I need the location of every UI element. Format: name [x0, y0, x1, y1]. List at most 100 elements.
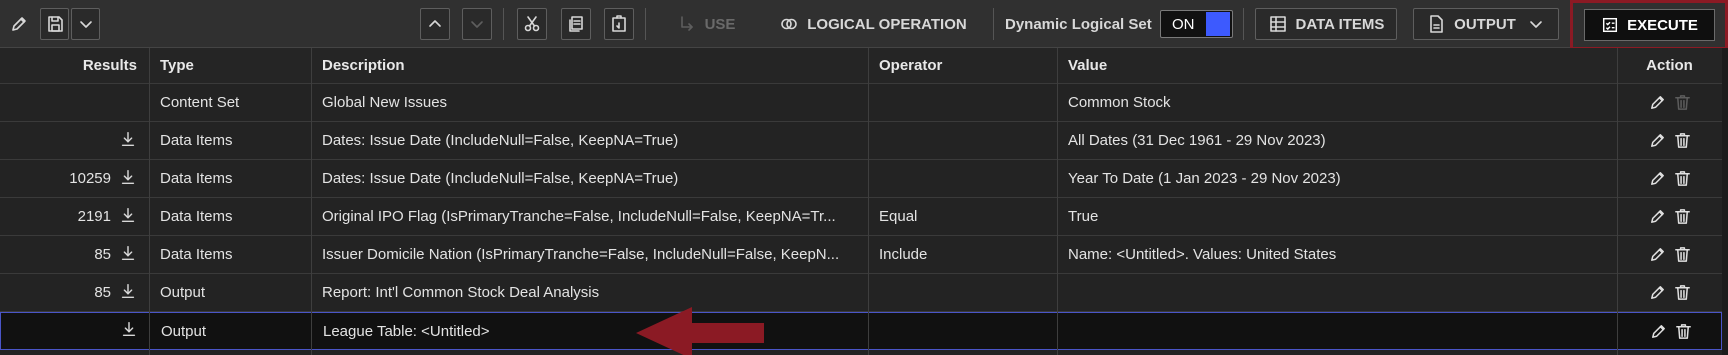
- table-row[interactable]: 2191 Data Items Original IPO Flag (IsPrima…: [0, 198, 1722, 236]
- edit-button[interactable]: [6, 8, 32, 40]
- table-row[interactable]: 10259 Data Items Dates: Issue Date (Includ…: [0, 160, 1722, 198]
- description-cell: Issuer Domicile Nation (IsPrimaryTranche…: [322, 246, 840, 263]
- column-header-value[interactable]: Value: [1057, 48, 1617, 83]
- toolbar: USE LOGICAL OPERATION Dynamic Logical Se…: [0, 0, 1728, 50]
- table-header: Results Type Description Operator Value …: [0, 48, 1722, 84]
- download-icon[interactable]: [111, 130, 137, 152]
- table-row[interactable]: Data Items Dates: Issue Date (IncludeNull…: [0, 122, 1722, 160]
- delete-trash-icon[interactable]: [1673, 245, 1692, 264]
- description-cell: Global New Issues: [322, 94, 448, 111]
- type-cell: Data Items: [160, 170, 233, 187]
- edit-pencil-icon[interactable]: [1648, 245, 1667, 264]
- column-header-operator[interactable]: Operator: [868, 48, 1057, 83]
- table-row[interactable]: 85 Output Report: Int'l Common Stock Deal …: [0, 274, 1722, 312]
- type-cell: Content Set: [160, 94, 240, 111]
- delete-trash-icon[interactable]: [1673, 207, 1692, 226]
- delete-trash-icon: [1674, 95, 1690, 110]
- column-divider: [311, 48, 312, 355]
- edit-pencil-icon[interactable]: [1648, 169, 1667, 188]
- move-down-button[interactable]: [462, 8, 492, 40]
- results-cell: [1, 313, 150, 349]
- vertical-scrollbar[interactable]: [1722, 48, 1728, 355]
- column-header-type[interactable]: Type: [149, 48, 311, 83]
- paste-button[interactable]: [604, 8, 634, 40]
- value-cell: Year To Date (1 Jan 2023 - 29 Nov 2023): [1068, 170, 1341, 187]
- execute-label: EXECUTE: [1627, 16, 1698, 34]
- copy-icon: [569, 16, 583, 32]
- download-icon[interactable]: [111, 244, 137, 266]
- column-header-results[interactable]: Results: [0, 48, 149, 83]
- column-header-description[interactable]: Description: [311, 48, 868, 83]
- results-cell: [0, 122, 149, 159]
- dynamic-logical-set-toggle[interactable]: ON: [1160, 10, 1233, 38]
- value-cell: All Dates (31 Dec 1961 - 29 Nov 2023): [1068, 132, 1326, 149]
- action-cell: [1617, 84, 1722, 121]
- description-cell: League Table: <Untitled>: [323, 322, 490, 340]
- action-cell: [1617, 274, 1722, 311]
- grid-icon: [1269, 16, 1286, 32]
- use-button-label: USE: [704, 15, 736, 33]
- operator-cell: Include: [879, 246, 928, 263]
- query-builder-window: USE LOGICAL OPERATION Dynamic Logical Se…: [0, 0, 1728, 355]
- table-row[interactable]: Output League Table: <Untitled>: [0, 312, 1722, 350]
- download-icon[interactable]: [111, 206, 137, 228]
- action-cell: [1617, 236, 1722, 273]
- execute-button[interactable]: EXECUTE: [1584, 9, 1715, 41]
- use-button[interactable]: USE: [676, 8, 736, 40]
- column-divider: [1057, 48, 1058, 355]
- column-header-action: Action: [1646, 57, 1693, 74]
- delete-trash-icon[interactable]: [1674, 322, 1693, 341]
- dynamic-logical-set-label: Dynamic Logical Set: [1005, 15, 1152, 33]
- scissors-icon: [524, 16, 540, 32]
- edit-pencil-icon[interactable]: [1648, 131, 1667, 150]
- annotation-arrow-icon: [636, 307, 764, 355]
- value-cell: Name: <Untitled>. Values: United States: [1068, 246, 1337, 263]
- toolbar-divider: [645, 8, 646, 40]
- table-row[interactable]: Content Set Global New Issues Common Stock: [0, 84, 1722, 122]
- toolbar-divider: [993, 8, 994, 40]
- results-count: 85: [94, 246, 111, 263]
- description-cell: Original IPO Flag (IsPrimaryTranche=Fals…: [322, 208, 836, 225]
- download-icon[interactable]: [111, 282, 137, 304]
- action-cell: [1617, 160, 1722, 197]
- column-divider: [149, 48, 150, 355]
- delete-trash-icon[interactable]: [1673, 169, 1692, 188]
- data-items-button[interactable]: DATA ITEMS: [1255, 8, 1397, 40]
- edit-pencil-icon[interactable]: [1649, 322, 1668, 341]
- type-cell: Data Items: [160, 246, 233, 263]
- logical-operation-label: LOGICAL OPERATION: [807, 15, 967, 33]
- save-dropdown-button[interactable]: [71, 8, 100, 40]
- download-icon[interactable]: [112, 320, 138, 342]
- chevron-down-icon: [471, 21, 483, 28]
- type-cell: Output: [160, 284, 206, 301]
- results-cell: 85: [0, 236, 149, 273]
- download-icon[interactable]: [111, 168, 137, 190]
- delete-trash-icon[interactable]: [1673, 131, 1692, 150]
- edit-pencil-icon[interactable]: [1648, 283, 1667, 302]
- results-cell: 10259: [0, 160, 149, 197]
- table-row[interactable]: 85 Data Items Issuer Domicile Nation (IsPr…: [0, 236, 1722, 274]
- chevron-down-icon: [1530, 21, 1542, 28]
- output-button[interactable]: OUTPUT: [1413, 8, 1559, 40]
- edit-pencil-icon[interactable]: [1648, 93, 1667, 112]
- results-count: 85: [94, 284, 111, 301]
- cut-button[interactable]: [517, 8, 547, 40]
- save-button[interactable]: [40, 8, 69, 40]
- copy-button[interactable]: [561, 8, 591, 40]
- chevron-down-icon: [79, 21, 92, 28]
- logical-operation-button[interactable]: LOGICAL OPERATION: [778, 8, 968, 40]
- data-items-label: DATA ITEMS: [1295, 15, 1385, 33]
- operator-cell: [868, 122, 1057, 159]
- edit-pencil-icon[interactable]: [1648, 207, 1667, 226]
- execute-checklist-icon: [1603, 17, 1618, 33]
- column-divider: [1617, 48, 1618, 355]
- results-cell: 85: [0, 274, 149, 311]
- results-count: 10259: [69, 170, 111, 187]
- toolbar-divider: [1243, 8, 1244, 40]
- description-cell: Report: Int'l Common Stock Deal Analysis: [322, 284, 600, 301]
- description-cell: Dates: Issue Date (IncludeNull=False, Ke…: [322, 132, 679, 149]
- operator-cell: [868, 160, 1057, 197]
- delete-trash-icon[interactable]: [1673, 283, 1692, 302]
- operator-cell: [869, 313, 1058, 349]
- move-up-button[interactable]: [420, 8, 450, 40]
